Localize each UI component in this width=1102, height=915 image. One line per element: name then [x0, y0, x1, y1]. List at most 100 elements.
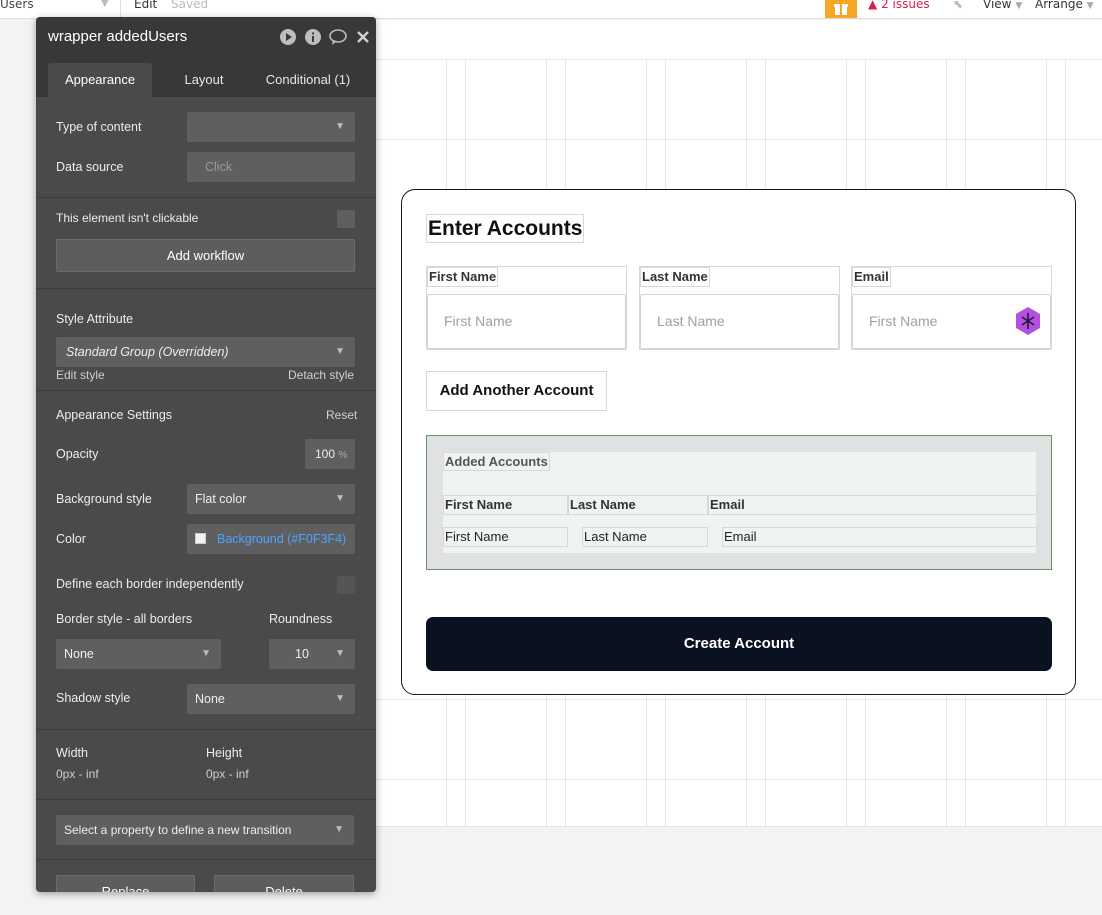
height-value[interactable]: 0px - inf — [206, 767, 249, 781]
color-label: Color — [56, 532, 86, 546]
edit-menu[interactable]: Edit — [134, 0, 157, 11]
tab-appearance[interactable]: Appearance — [48, 63, 152, 97]
added-accounts-group[interactable]: Added Accounts First Name Last Name Emai… — [442, 451, 1037, 554]
opacity-unit: % — [338, 450, 348, 461]
add-another-account-button[interactable]: Add Another Account — [426, 371, 607, 411]
gift-icon[interactable] — [825, 0, 857, 18]
create-account-button[interactable]: Create Account — [426, 617, 1052, 671]
first-name-group[interactable]: First Name First Name — [426, 266, 627, 350]
email-group[interactable]: Email First Name — [851, 266, 1052, 350]
row-email: Email — [722, 527, 1037, 547]
transition-dropdown[interactable]: Select a property to define a new transi… — [56, 815, 354, 845]
added-accounts-title: Added Accounts — [443, 452, 550, 471]
chevron-down-icon: ▼ — [1015, 1, 1023, 11]
grid-row — [376, 699, 1102, 700]
section-divider — [36, 859, 376, 860]
chevron-down-icon: ▼ — [334, 824, 344, 835]
warning-icon: ▲ — [868, 0, 878, 11]
view-label: View — [983, 0, 1012, 11]
appearance-settings-label: Appearance Settings — [56, 408, 173, 422]
tab-conditional[interactable]: Conditional (1) — [258, 63, 358, 97]
add-workflow-button[interactable]: Add workflow — [56, 239, 355, 272]
play-icon[interactable] — [279, 28, 297, 46]
tab-layout[interactable]: Layout — [166, 63, 242, 97]
not-clickable-checkbox[interactable] — [337, 210, 355, 228]
shadow-style-label: Shadow style — [56, 691, 131, 705]
email-label: Email — [852, 267, 891, 287]
background-style-dropdown[interactable]: Flat color ▼ — [187, 484, 355, 514]
opacity-value: 100 — [315, 447, 336, 461]
background-style-label: Background style — [56, 492, 152, 506]
border-style-value: None — [64, 647, 94, 661]
height-label: Height — [206, 746, 243, 760]
chevron-down-icon: ▼ — [335, 693, 345, 704]
border-style-dropdown[interactable]: None ▼ — [56, 639, 221, 669]
color-swatch — [195, 533, 206, 544]
chevron-down-icon: ▼ — [335, 121, 345, 132]
header-first-name: First Name — [443, 495, 568, 515]
type-of-content-dropdown[interactable]: ▼ — [187, 112, 355, 142]
section-divider — [36, 390, 376, 391]
chevron-down-icon: ▼ — [1086, 1, 1094, 11]
cursor-icon[interactable]: ⬉ — [953, 0, 963, 11]
info-icon[interactable] — [304, 28, 322, 46]
close-icon[interactable] — [354, 28, 372, 46]
chevron-down-icon: ▼ — [335, 648, 345, 659]
save-status: Saved — [171, 0, 209, 11]
header-last-name: Last Name — [568, 495, 708, 515]
chevron-down-icon[interactable]: ▼ — [101, 0, 109, 9]
delete-button[interactable]: Delete — [214, 875, 354, 892]
first-name-label: First Name — [427, 267, 499, 287]
width-label: Width — [56, 746, 88, 760]
view-menu[interactable]: View ▼ — [983, 0, 1022, 11]
popup-title: Enter Accounts — [426, 214, 585, 243]
style-attribute-label: Style Attribute — [56, 312, 134, 326]
roundness-label: Roundness — [269, 612, 333, 626]
added-users-wrapper[interactable]: Added Accounts First Name Last Name Emai… — [426, 435, 1052, 570]
style-dropdown[interactable]: Standard Group (Overridden) ▼ — [56, 337, 355, 367]
border-independent-label: Define each border independently — [56, 577, 244, 591]
section-divider — [36, 288, 376, 289]
chevron-down-icon: ▼ — [335, 493, 345, 504]
opacity-label: Opacity — [56, 447, 99, 461]
width-value[interactable]: 0px - inf — [56, 767, 99, 781]
panel-tabs: Appearance Layout Conditional (1) — [36, 57, 376, 97]
border-independent-checkbox[interactable] — [337, 576, 355, 594]
roundness-input[interactable]: 10 ▼ — [269, 639, 355, 669]
reset-link[interactable]: Reset — [326, 408, 357, 422]
color-value: Background (#F0F3F4) — [217, 532, 347, 546]
last-name-input[interactable]: Last Name — [640, 294, 839, 349]
replace-button[interactable]: Replace — [56, 875, 195, 892]
shadow-style-dropdown[interactable]: None ▼ — [187, 684, 355, 714]
property-editor-panel[interactable]: wrapper addedUsers Appearance Layout Con… — [36, 17, 376, 892]
first-name-input[interactable]: First Name — [427, 294, 626, 349]
border-style-label: Border style - all borders — [56, 612, 193, 626]
last-name-label: Last Name — [640, 267, 710, 287]
chevron-down-icon: ▼ — [201, 648, 211, 659]
panel-header[interactable]: wrapper addedUsers — [36, 17, 376, 57]
grid-row — [376, 59, 1102, 60]
arrange-menu[interactable]: Arrange ▼ — [1035, 0, 1094, 11]
page-selector[interactable]: Users — [0, 0, 34, 11]
style-value: Standard Group (Overridden) — [66, 345, 229, 359]
extension-badge-icon[interactable] — [1015, 306, 1041, 336]
section-divider — [36, 197, 376, 198]
last-name-group[interactable]: Last Name Last Name — [639, 266, 840, 350]
issues-indicator[interactable]: ▲ 2 issues — [868, 0, 930, 11]
enter-accounts-popup[interactable]: Enter Accounts First Name First Name Las… — [401, 189, 1076, 695]
opacity-input[interactable]: 100 % — [305, 439, 355, 469]
arrange-label: Arrange — [1035, 0, 1083, 11]
grid-row — [376, 779, 1102, 780]
detach-style-link[interactable]: Detach style — [288, 368, 354, 382]
panel-title: wrapper addedUsers — [48, 28, 188, 45]
comment-icon[interactable] — [329, 28, 347, 46]
transition-placeholder: Select a property to define a new transi… — [64, 823, 292, 837]
data-source-input[interactable]: Click — [187, 152, 355, 182]
background-style-value: Flat color — [195, 492, 247, 506]
row-last-name: Last Name — [582, 527, 708, 547]
edit-style-link[interactable]: Edit style — [56, 368, 105, 382]
shadow-style-value: None — [195, 692, 225, 706]
color-picker[interactable]: Background (#F0F3F4) — [187, 524, 355, 554]
grid-row — [376, 139, 1102, 140]
chevron-down-icon: ▼ — [335, 346, 345, 357]
